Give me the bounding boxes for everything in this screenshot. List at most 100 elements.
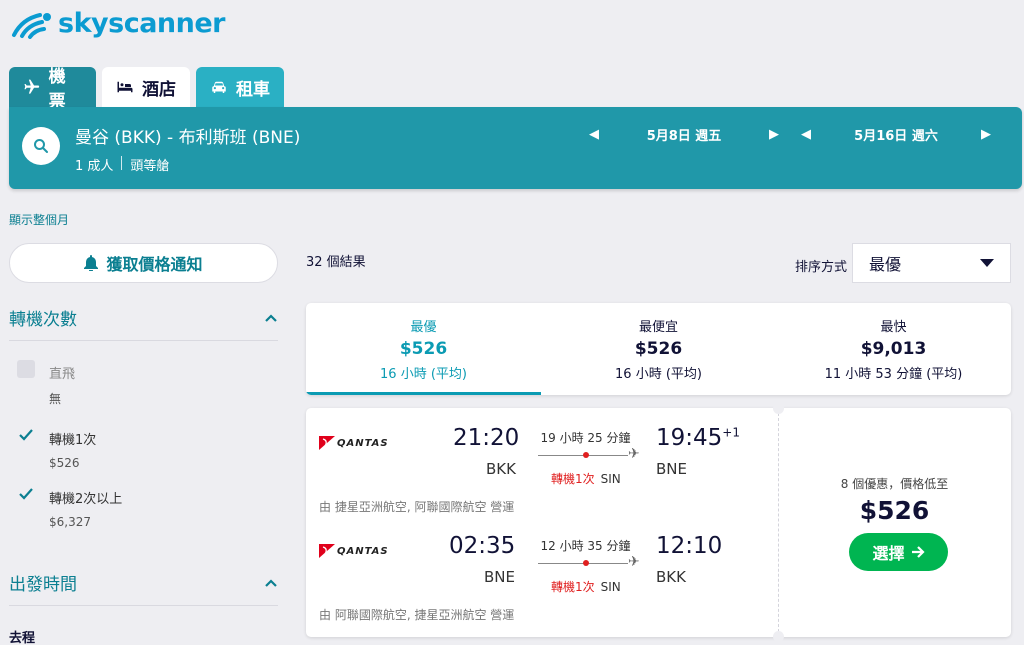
show-whole-month-link[interactable]: 顯示整個月 [9,211,69,228]
stops-option-direct: 直飛 無 [17,360,75,407]
divider [121,156,123,170]
chevron-up-icon [265,313,277,322]
arrival-time: 19:45+1 [656,425,740,451]
price-alert-label: 獲取價格通知 [106,255,203,274]
stops-filter-header[interactable]: 轉機次數 [9,305,278,341]
skyscanner-logo[interactable]: skyscanner [10,8,226,39]
return-next-date-button[interactable]: ▶ [981,127,991,142]
search-summary-bar: 曼谷 (BKK) - 布利斯班 (BNE) 1 成人 頭等艙 ◀ 5月8日 週五… [9,107,1022,189]
return-leg: QANTAS 02:35 BNE 12 小時 35 分鐘 ✈ 轉機1次 SIN 1… [306,516,778,622]
search-icon [34,139,48,153]
skyscanner-logo-icon [12,12,51,39]
summary-tab-fastest[interactable]: 最快 $9,013 11 小時 53 分鐘 (平均) [776,303,1011,395]
sort-selected-value: 最優 [869,255,902,274]
return-date-picker: ◀ 5月16日 週六 ▶ [801,107,991,162]
summary-price: $526 [399,339,448,359]
passenger-summary[interactable]: 1 成人 頭等艙 [75,155,169,174]
stops-count: 轉機1次 [551,580,595,594]
tab-flights[interactable]: 機票 [9,67,96,112]
stops-option-label: 轉機1次 [49,433,97,448]
passenger-count: 1 成人 [75,159,114,174]
check-icon [19,488,33,500]
arrival-airport: BKK [656,568,686,586]
price-alert-button[interactable]: 獲取價格通知 [9,243,278,283]
summary-title: 最快 [880,320,907,335]
cabin-class: 頭等艙 [130,159,170,174]
qantas-kangaroo-icon [319,436,335,450]
summary-title: 最優 [410,320,437,335]
arrival-time-value: 12:10 [656,533,723,559]
summary-tab-best[interactable]: 最優 $526 16 小時 (平均) [306,303,541,395]
airline-logo: QANTAS [319,544,389,558]
chevron-up-icon [265,578,277,587]
stop-airport: SIN [600,580,621,594]
depart-date-picker: ◀ 5月8日 週五 ▶ [589,107,779,162]
summary-duration: 11 小時 53 分鐘 (平均) [824,367,963,382]
outbound-leg: QANTAS 21:20 BKK 19 小時 25 分鐘 ✈ 轉機1次 SIN 1… [306,408,778,514]
logo-text: skyscanner [58,8,226,39]
tab-car-hire[interactable]: 租車 [196,67,284,107]
results-count: 32 個結果 [306,255,366,270]
flight-result-card[interactable]: QANTAS 21:20 BKK 19 小時 25 分鐘 ✈ 轉機1次 SIN 1… [306,403,1011,642]
select-button[interactable]: 選擇 [849,533,948,571]
flight-duration: 12 小時 35 分鐘 [540,539,631,553]
airline-name: QANTAS [337,545,389,557]
tab-hotels-label: 酒店 [142,79,176,100]
arrow-right-icon [911,546,925,558]
operated-by: 由 阿聯國際航空, 捷星亞洲航空 營運 [319,608,515,622]
direct-checkbox [17,360,35,378]
summary-price: $9,013 [860,339,927,359]
stop-dot [583,560,589,566]
return-date[interactable]: 5月16日 週六 [854,125,938,144]
tab-flights-label: 機票 [48,67,66,112]
summary-duration: 16 小時 (平均) [615,367,702,382]
depart-prev-date-button[interactable]: ◀ [589,127,599,142]
one-stop-checkbox[interactable] [17,426,35,444]
operated-by: 由 捷星亞洲航空, 阿聯國際航空 營運 [319,500,515,514]
qantas-kangaroo-icon [319,544,335,558]
deals-summary: 8 個優惠，價格低至 [840,477,949,491]
stops-option-label: 直飛 [49,367,76,382]
tab-hotels[interactable]: 酒店 [102,67,190,107]
select-button-label: 選擇 [872,544,905,563]
depart-next-date-button[interactable]: ▶ [769,127,779,142]
departure-time-filter-header[interactable]: 出發時間 [9,570,278,606]
check-icon [19,429,33,441]
flight-duration: 19 小時 25 分鐘 [540,431,631,445]
route-text[interactable]: 曼谷 (BKK) - 布利斯班 (BNE) [75,123,300,148]
return-prev-date-button[interactable]: ◀ [801,127,811,142]
outbound-label: 去程 [9,631,36,645]
arrival-time-value: 19:45 [656,425,723,451]
next-day-indicator: +1 [722,425,740,440]
sort-label: 排序方式 [795,260,848,275]
departure-time: 02:35 [449,533,516,559]
departure-airport: BNE [484,568,515,586]
vertical-tabs: 機票 酒店 租車 [9,67,284,112]
departure-time: 21:20 [453,425,520,451]
summary-duration: 16 小時 (平均) [380,367,467,382]
summary-title: 最便宜 [638,320,678,335]
stops-option-price: $6,327 [49,515,91,529]
stops-option-label: 轉機2次以上 [49,492,123,507]
summary-price: $526 [634,339,683,359]
stops-option-one-stop[interactable]: 轉機1次 $526 [17,426,96,470]
two-plus-stops-checkbox[interactable] [17,485,35,503]
airline-logo: QANTAS [319,436,389,450]
stops-option-two-plus[interactable]: 轉機2次以上 $6,327 [17,485,122,529]
chevron-down-icon [980,259,994,267]
arrival-time: 12:10 [656,533,722,559]
search-button[interactable] [22,127,60,165]
depart-date[interactable]: 5月8日 週五 [647,125,722,144]
airline-name: QANTAS [337,437,389,449]
stops-filter-title: 轉機次數 [9,310,77,330]
card-price: $526 [859,496,930,525]
stop-airport: SIN [600,472,621,486]
summary-tab-cheapest[interactable]: 最便宜 $526 16 小時 (平均) [541,303,776,395]
departure-airport: BKK [486,460,516,478]
departure-time-filter-title: 出發時間 [9,575,77,595]
plane-icon: ✈ [628,554,640,570]
sort-select[interactable]: 最優 [852,243,1011,283]
tab-car-hire-label: 租車 [236,79,270,100]
car-icon [212,81,226,93]
stop-dot [583,452,589,458]
